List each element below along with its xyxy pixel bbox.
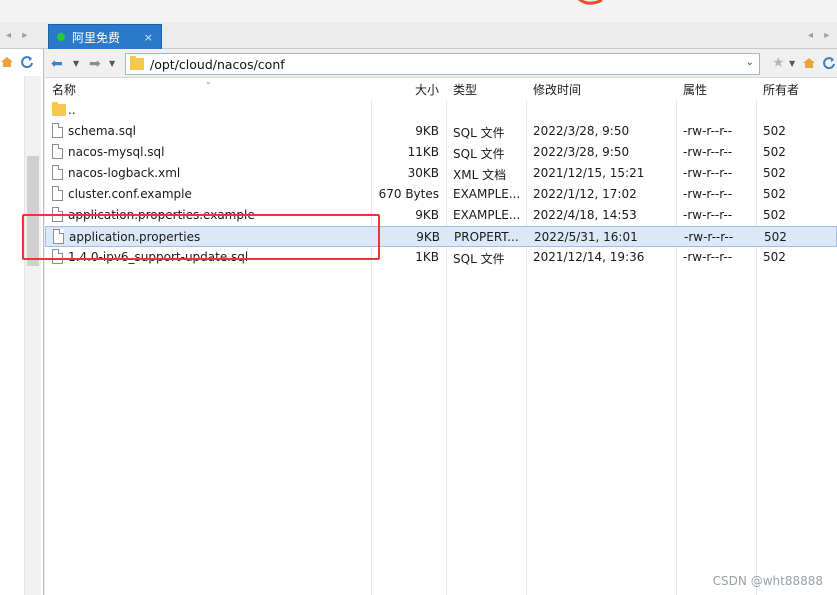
brand-logo-fragment (577, 0, 603, 5)
home-icon[interactable] (802, 56, 816, 70)
file-size: 11KB (407, 145, 439, 159)
bookmark-star-icon[interactable]: ★ (772, 55, 785, 71)
column-header-owner[interactable]: 所有者 (763, 81, 799, 98)
file-icon (52, 186, 63, 201)
file-modified-time: 2021/12/15, 15:21 (533, 166, 645, 180)
file-size: 1KB (415, 250, 439, 264)
sort-indicator-icon: ⌄ (205, 77, 212, 86)
folder-icon (130, 56, 144, 70)
forward-arrow-icon[interactable]: ➡ (89, 56, 101, 72)
column-header-row: ⌄ 名称 大小 类型 修改时间 属性 所有者 (45, 77, 837, 100)
annotation-highlight-box (22, 214, 380, 260)
address-toolbar: ⬅ ▼ ➡ ▼ ⌄ ★ ▼ (45, 49, 837, 78)
connected-status-icon (57, 33, 65, 41)
file-size: 9KB (415, 124, 439, 138)
tab-scroll-arrows-left[interactable]: ◂ ▸ (6, 30, 31, 41)
file-modified-time: 2022/3/28, 9:50 (533, 124, 630, 138)
file-type: XML 文档 (453, 168, 507, 182)
file-permissions: -rw-r--r-- (684, 230, 734, 244)
refresh-icon[interactable] (822, 56, 836, 70)
file-permissions: -rw-r--r-- (683, 208, 733, 222)
tab-bar: ◂ ▸ 阿里免费 × ◂ ▸ (0, 22, 837, 49)
file-permissions: -rw-r--r-- (683, 145, 733, 159)
column-header-mtime[interactable]: 修改时间 (533, 81, 581, 98)
file-type: EXAMPLE... (453, 187, 521, 201)
file-owner: 502 (763, 145, 786, 159)
file-permissions: -rw-r--r-- (683, 166, 733, 180)
back-arrow-icon[interactable]: ⬅ (51, 56, 63, 72)
file-type: SQL 文件 (453, 147, 505, 161)
file-row[interactable]: nacos-mysql.sql 11KB SQL 文件 2022/3/28, 9:50… (45, 142, 837, 163)
file-owner: 502 (764, 230, 787, 244)
file-size: 670 Bytes (378, 187, 439, 201)
file-icon (52, 123, 63, 138)
file-owner: 502 (763, 208, 786, 222)
column-header-type[interactable]: 类型 (453, 81, 477, 98)
home-icon[interactable] (0, 55, 14, 69)
path-field[interactable]: ⌄ (125, 53, 760, 75)
file-size: 9KB (415, 208, 439, 222)
file-owner: 502 (763, 250, 786, 264)
folder-icon (52, 102, 66, 116)
file-modified-time: 2022/3/28, 9:50 (533, 145, 630, 159)
watermark: CSDN @wht88888 (712, 574, 823, 588)
file-permissions: -rw-r--r-- (683, 187, 733, 201)
file-name: cluster.conf.example (68, 187, 192, 201)
file-permissions: -rw-r--r-- (683, 124, 733, 138)
file-owner: 502 (763, 187, 786, 201)
file-name: nacos-mysql.sql (68, 145, 165, 159)
local-panel-scrollbar[interactable] (24, 76, 41, 595)
file-type: SQL 文件 (453, 252, 505, 266)
parent-directory-row[interactable]: .. (45, 100, 837, 121)
column-header-size[interactable]: 大小 (372, 81, 439, 98)
bookmark-caret[interactable]: ▼ (789, 59, 795, 68)
column-header-permissions[interactable]: 属性 (683, 81, 707, 98)
forward-history-caret[interactable]: ▼ (109, 59, 115, 68)
top-strip (0, 0, 837, 22)
file-row[interactable]: cluster.conf.example 670 Bytes EXAMPLE... 2… (45, 184, 837, 205)
file-type: PROPERT... (454, 230, 519, 244)
file-size: 30KB (407, 166, 439, 180)
tab-session[interactable]: 阿里免费 × (48, 24, 162, 49)
file-type: EXAMPLE... (453, 208, 521, 222)
refresh-icon[interactable] (20, 55, 34, 69)
file-modified-time: 2022/1/12, 17:02 (533, 187, 637, 201)
column-header-name[interactable]: 名称 (52, 81, 76, 98)
remote-file-list: ⌄ 名称 大小 类型 修改时间 属性 所有者 .. schema.sql 9KB SQ… (45, 77, 837, 595)
tab-scroll-arrows-right[interactable]: ◂ ▸ (808, 30, 833, 41)
chevron-down-icon[interactable]: ⌄ (746, 57, 754, 68)
file-icon (52, 165, 63, 180)
file-row[interactable]: schema.sql 9KB SQL 文件 2022/3/28, 9:50 -rw-r-… (45, 121, 837, 142)
file-icon (52, 144, 63, 159)
back-history-caret[interactable]: ▼ (73, 59, 79, 68)
path-input[interactable] (150, 56, 740, 72)
local-panel (0, 49, 44, 595)
file-name: nacos-logback.xml (68, 166, 181, 180)
file-modified-time: 2022/5/31, 16:01 (534, 230, 638, 244)
file-owner: 502 (763, 166, 786, 180)
tab-label: 阿里免费 (72, 30, 121, 45)
file-size: 9KB (416, 230, 440, 244)
file-type: SQL 文件 (453, 126, 505, 140)
file-row[interactable]: nacos-logback.xml 30KB XML 文档 2021/12/15, 1… (45, 163, 837, 184)
file-permissions: -rw-r--r-- (683, 250, 733, 264)
file-owner: 502 (763, 124, 786, 138)
file-name: schema.sql (68, 124, 136, 138)
close-icon[interactable]: × (144, 31, 153, 44)
file-name: .. (68, 103, 76, 117)
file-modified-time: 2022/4/18, 14:53 (533, 208, 637, 222)
file-modified-time: 2021/12/14, 19:36 (533, 250, 645, 264)
